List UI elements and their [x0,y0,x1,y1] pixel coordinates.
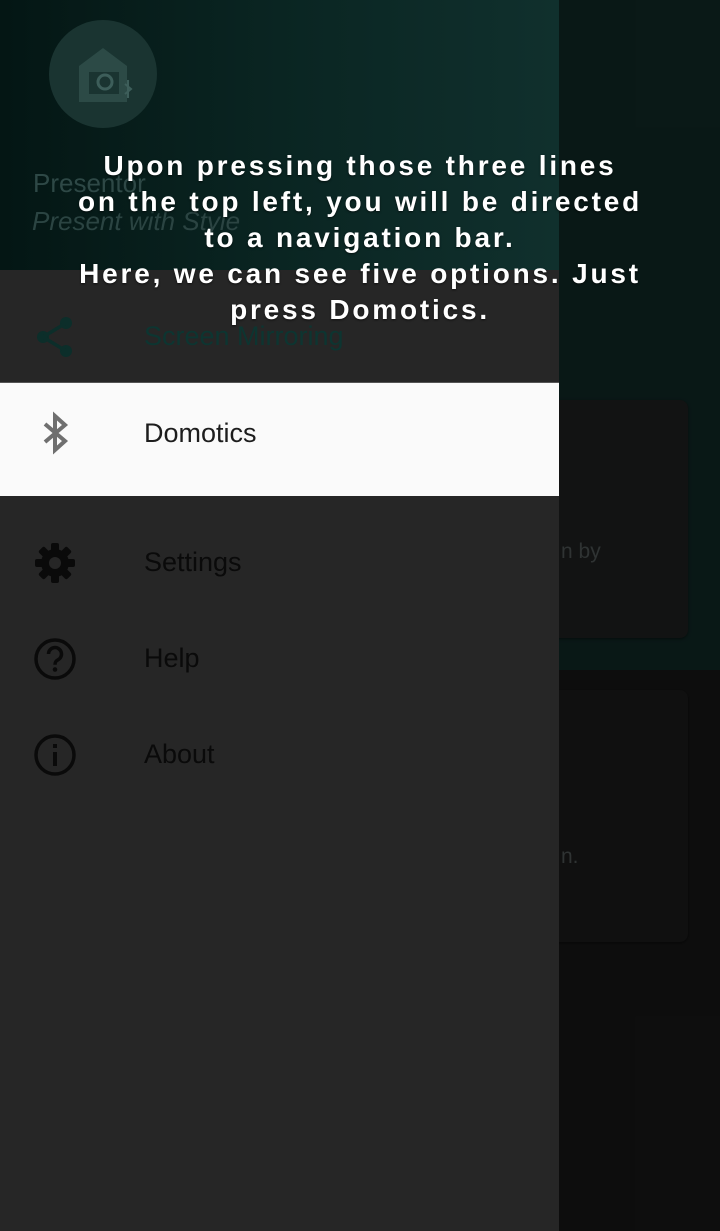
cast-house-icon [79,48,133,102]
tutorial-caption: Upon pressing those three lines on the t… [20,148,700,328]
drawer-item-label: Domotics [144,418,257,448]
gear-icon [35,543,75,583]
caption-line: Upon pressing those three lines [103,150,617,181]
drawer-item-label: Settings [144,547,242,577]
caption-line: press Domotics. [230,294,490,325]
app-logo [49,20,157,128]
drawer-item-label: Help [144,643,200,673]
drawer-item-settings[interactable]: Settings [0,514,559,610]
drawer-item-about[interactable]: About [0,706,559,802]
drawer-item-help[interactable]: Help [0,610,559,706]
caption-line: on the top left, you will be directed [77,186,643,217]
drawer-item-domotics[interactable]: Domotics [0,382,559,496]
drawer-item-label: About [144,739,215,769]
bluetooth-icon [43,411,69,455]
info-circle-icon [34,734,76,776]
help-circle-icon [34,638,76,680]
caption-line: Here, we can see five options. Just [79,258,641,289]
caption-line: to a navigation bar. [204,222,516,253]
